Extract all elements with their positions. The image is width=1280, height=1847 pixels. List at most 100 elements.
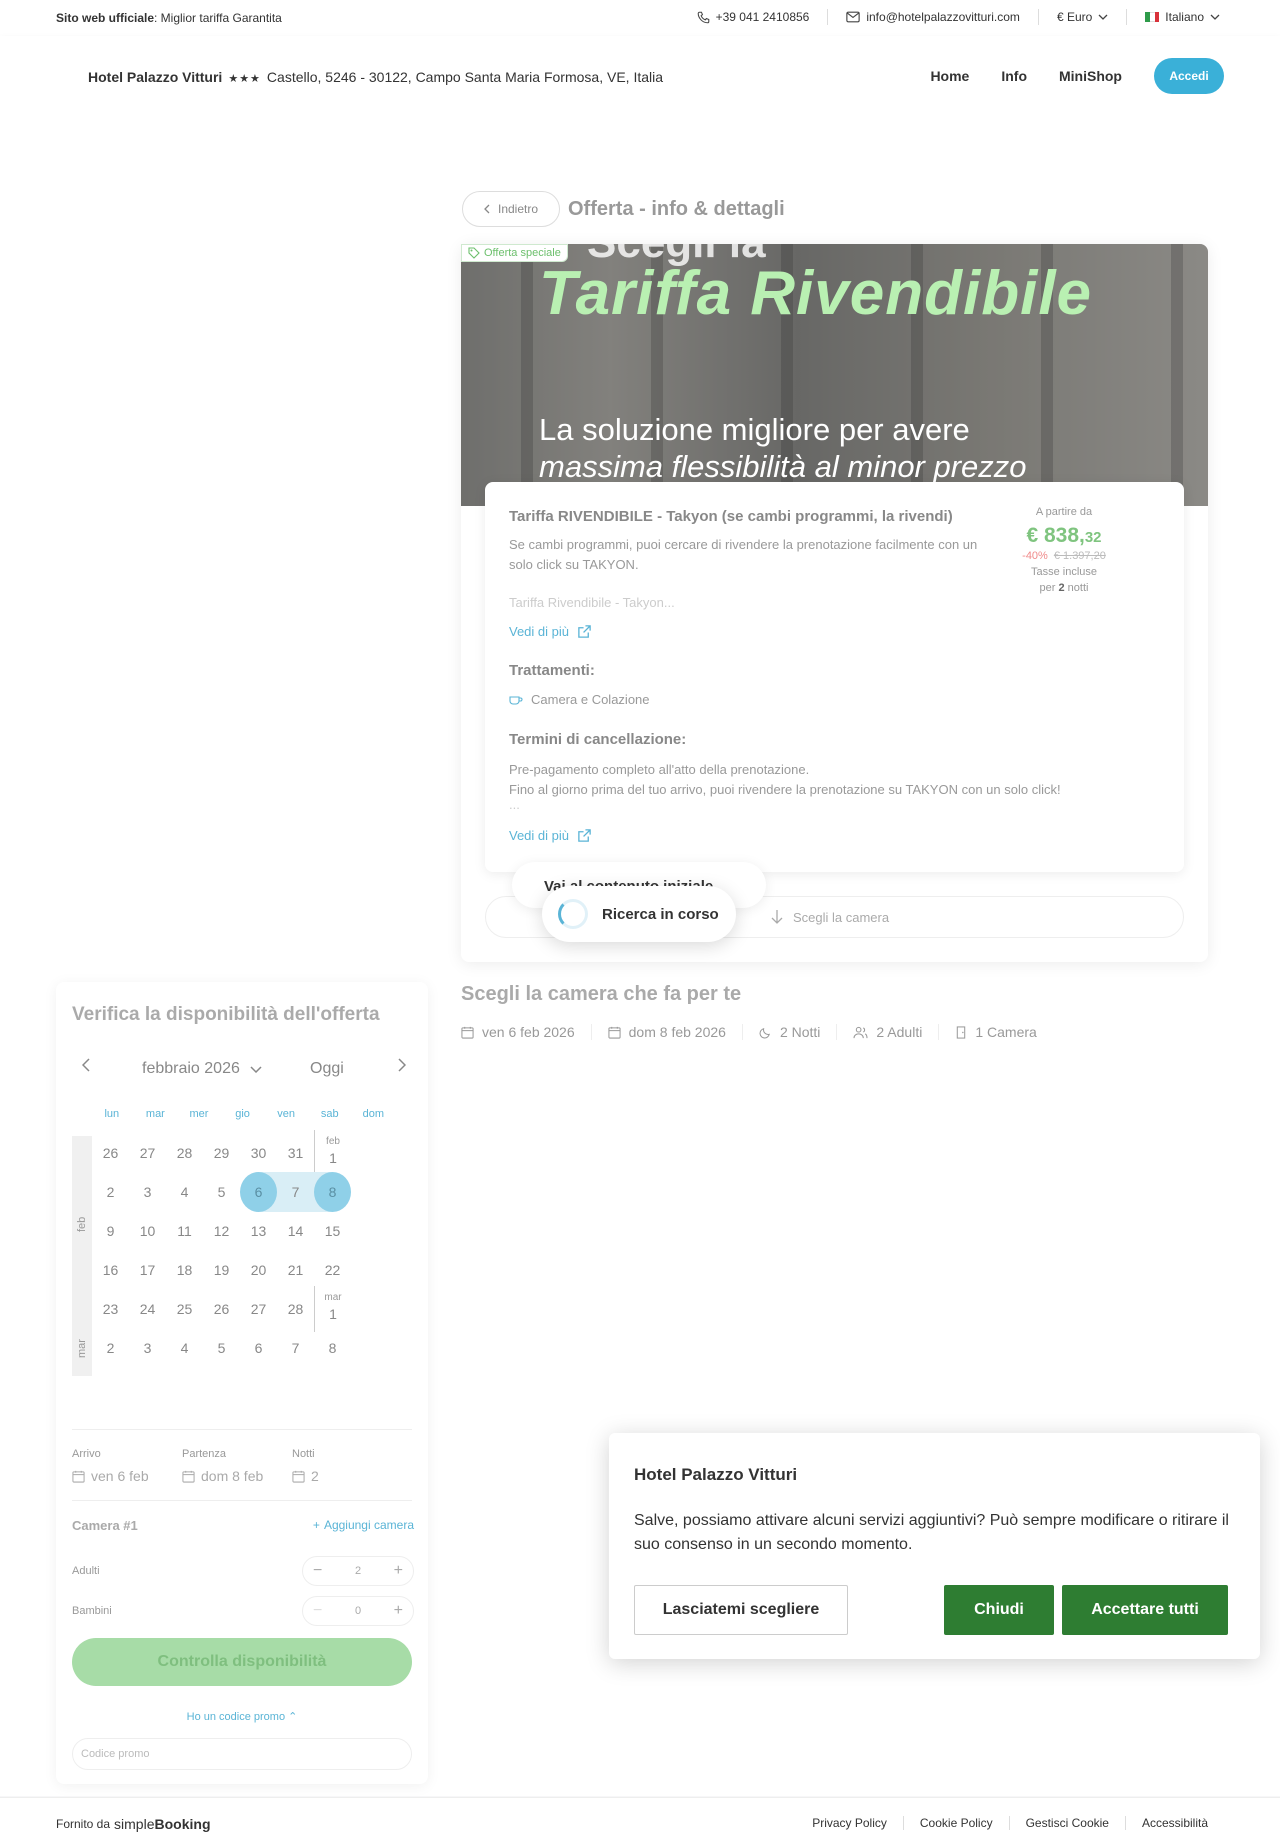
nights-label: Notti [292, 1448, 315, 1460]
arrival-value: ven 6 feb [91, 1468, 149, 1484]
today-button[interactable]: Oggi [310, 1060, 344, 1078]
minus-icon[interactable]: − [313, 1602, 322, 1620]
chevron-right-icon[interactable] [398, 1058, 406, 1072]
accept-all-button[interactable]: Accettare tutti [1062, 1585, 1228, 1635]
tag-icon [468, 247, 480, 259]
calendar-day[interactable]: 4 [166, 1325, 203, 1371]
summary-nights: 2 Notti [743, 1024, 838, 1040]
summary-rooms-label: 1 Camera [975, 1024, 1037, 1040]
privacy-policy-link[interactable]: Privacy Policy [796, 1816, 903, 1830]
language-select[interactable]: Italiano [1141, 8, 1224, 26]
divider [72, 1500, 412, 1501]
promo-code-input[interactable]: Codice promo [72, 1738, 412, 1770]
cancellation-terms: Pre-pagamento completo all'atto della pr… [509, 760, 1149, 811]
price-main: € 838, [1026, 524, 1085, 547]
nav-home[interactable]: Home [930, 68, 969, 84]
door-icon [955, 1025, 967, 1039]
people-icon [853, 1026, 868, 1039]
login-button[interactable]: Accedi [1154, 58, 1224, 94]
nav-minishop[interactable]: MiniShop [1059, 68, 1122, 84]
rate-detail-card: Tariffa RIVENDIBILE - Takyon (se cambi p… [485, 482, 1184, 872]
departure-field[interactable]: Partenza dom 8 feb [182, 1448, 292, 1484]
accessibility-link[interactable]: Accessibilità [1124, 1816, 1224, 1830]
calendar-nav: febbraio 2026 Oggi [72, 1058, 412, 1082]
calendar-icon [608, 1026, 621, 1039]
back-label: Indietro [497, 202, 539, 216]
nav-info[interactable]: Info [1001, 68, 1027, 84]
month-bar-label: feb [76, 1216, 88, 1232]
treatment-label: Camera e Colazione [531, 692, 650, 707]
manage-cookies-link[interactable]: Gestisci Cookie [1008, 1816, 1125, 1830]
divider [827, 9, 829, 25]
choose-room-tab[interactable]: Scegli la camera [771, 909, 889, 925]
plus-icon[interactable]: + [394, 1602, 403, 1620]
close-button[interactable]: Chiudi [944, 1585, 1054, 1635]
back-button[interactable]: Indietro [462, 191, 560, 227]
children-row: Bambini − 0 + [72, 1596, 414, 1626]
email-address: info@hotelpalazzovitturi.com [866, 10, 1020, 24]
weekday: sab [320, 1108, 339, 1120]
currency-select[interactable]: € Euro [1053, 8, 1112, 26]
moon-icon [759, 1026, 772, 1039]
simplebooking-logo[interactable]: simpleBooking [114, 1816, 210, 1832]
nights-prefix: per [1039, 582, 1059, 594]
weekday: dom [362, 1108, 385, 1120]
minus-icon[interactable]: − [313, 1562, 322, 1580]
let-me-choose-button[interactable]: Lasciatemi scegliere [634, 1585, 848, 1635]
see-more-link[interactable]: Vedi di più [509, 624, 592, 639]
adults-label: Adulti [72, 1565, 100, 1577]
rate-description: Se cambi programmi, puoi cercare di rive… [509, 537, 978, 572]
brand-part-1: simple [114, 1816, 155, 1832]
special-offer-badge: Offerta speciale [461, 244, 568, 262]
calendar-day[interactable]: 3 [129, 1325, 166, 1371]
summary-checkin: ven 6 feb 2026 [461, 1024, 592, 1040]
weekday: gio [235, 1108, 250, 1120]
main-nav: Home Info MiniShop Accedi [930, 58, 1224, 94]
top-bar: Sito web ufficiale: Miglior tariffa Gara… [0, 0, 1280, 36]
selected-day: 8 [314, 1172, 351, 1212]
month-select[interactable]: febbraio 2026 [142, 1060, 262, 1078]
phone-link[interactable]: +39 041 2410856 [693, 8, 814, 26]
arrival-field[interactable]: Arrivo ven 6 feb [72, 1448, 182, 1484]
calendar-icon [292, 1470, 305, 1483]
divider [72, 1429, 412, 1430]
children-value: 0 [354, 1605, 362, 1617]
italy-flag-icon [1145, 12, 1160, 22]
cancellation-line-1: Pre-pagamento completo all'atto della pr… [509, 762, 810, 777]
search-summary: ven 6 feb 2026 dom 8 feb 2026 2 Notti 2 … [461, 1024, 1053, 1040]
calendar-day[interactable]: 2 [92, 1325, 129, 1371]
plus-icon[interactable]: + [394, 1562, 403, 1580]
calendar-week-row: 2345678 [90, 1325, 396, 1371]
calendar-icon [182, 1470, 195, 1483]
offer-card: Scegli la Tariffa Rivendibile La soluzio… [461, 244, 1208, 962]
departure-value: dom 8 feb [201, 1468, 264, 1484]
calendar-day[interactable]: 6 [240, 1325, 277, 1371]
banner-line-2: massima flessibilità al minor prezzo [539, 449, 1027, 484]
email-link[interactable]: info@hotelpalazzovitturi.com [842, 8, 1024, 26]
hotel-address: Castello, 5246 - 30122, Campo Santa Mari… [266, 69, 664, 85]
chevron-left-icon[interactable] [82, 1058, 90, 1072]
chevron-down-icon [1210, 14, 1220, 20]
external-link-icon [577, 624, 592, 639]
price-box: A partire da € 838,32 -40% € 1.397,20 Tas… [1004, 506, 1124, 594]
hotel-stars: ★★★ [228, 73, 261, 85]
add-room-button[interactable]: + Aggiungi camera [313, 1518, 414, 1532]
treatments-title: Trattamenti: [509, 662, 595, 679]
external-link-icon [577, 828, 592, 843]
month-bar-label: mar [76, 1339, 88, 1358]
powered-by-label: Fornito da [56, 1817, 111, 1831]
check-availability-button[interactable]: Controlla disponibilità [72, 1638, 412, 1686]
site-header: Hotel Palazzo Vitturi ★★★ Castello, 5246 -… [0, 36, 1280, 116]
price-amount: € 838,32 [1004, 524, 1124, 548]
promo-code-toggle[interactable]: Ho un codice promo ⌃ [56, 1710, 428, 1723]
calendar-day[interactable]: 8 [314, 1325, 351, 1371]
spinner-icon [558, 899, 588, 929]
hotel-name: Hotel Palazzo Vitturi [88, 69, 223, 85]
calendar-day[interactable]: 7 [277, 1325, 314, 1371]
cookie-policy-link[interactable]: Cookie Policy [902, 1816, 1009, 1830]
see-more-link-2[interactable]: Vedi di più [509, 828, 592, 843]
calendar-day[interactable]: 5 [203, 1325, 240, 1371]
promo-toggle-label: Ho un codice promo [186, 1711, 286, 1723]
rooms-title: Scegli la camera che fa per te [461, 983, 742, 1005]
mail-icon [846, 11, 861, 23]
